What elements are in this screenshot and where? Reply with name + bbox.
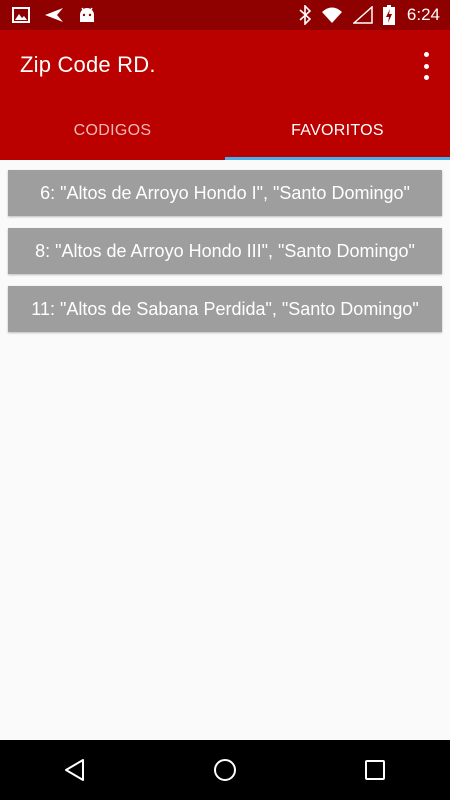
menu-dot: [423, 52, 429, 57]
recents-icon: [365, 760, 385, 780]
tab-favoritos-label: FAVORITOS: [291, 122, 384, 139]
list-item[interactable]: 11: "Altos de Sabana Perdida", "Santo Do…: [8, 286, 442, 332]
list-item[interactable]: 6: "Altos de Arroyo Hondo I", "Santo Dom…: [8, 170, 442, 216]
status-time: 6:24: [406, 5, 440, 24]
cell-signal-icon: [352, 6, 373, 24]
recents-button[interactable]: [345, 740, 405, 800]
android-icon: [80, 7, 94, 22]
back-button[interactable]: [45, 740, 105, 800]
image-icon: [12, 7, 30, 23]
status-bar: 6:24: [0, 0, 450, 30]
more-vert-icon[interactable]: [420, 52, 432, 80]
status-right-icons: 6:24: [299, 4, 440, 26]
navigation-bar: [0, 740, 450, 800]
status-left-icons: [12, 5, 96, 25]
bluetooth-icon: [299, 5, 311, 25]
home-icon: [214, 759, 236, 781]
back-icon: [65, 759, 84, 781]
app-bar: Zip Code RD.: [0, 30, 450, 102]
tab-codigos[interactable]: CODIGOS: [0, 102, 225, 160]
battery-charging-icon: [382, 5, 395, 25]
app-title: Zip Code RD.: [20, 52, 156, 77]
favorites-list: 6: "Altos de Arroyo Hondo I", "Santo Dom…: [8, 170, 442, 344]
send-icon: [45, 8, 63, 22]
tab-bar: CODIGOS FAVORITOS: [0, 102, 450, 160]
menu-dot: [423, 75, 429, 80]
wifi-icon: [321, 7, 342, 23]
tab-favoritos[interactable]: FAVORITOS: [225, 102, 450, 160]
home-button[interactable]: [195, 740, 255, 800]
list-item[interactable]: 8: "Altos de Arroyo Hondo III", "Santo D…: [8, 228, 442, 274]
app-screen: 6:24 Zip Code RD. CODIGOS FAVORITOS 6: "…: [0, 0, 450, 800]
tab-codigos-label: CODIGOS: [73, 122, 152, 139]
menu-dot: [423, 63, 429, 69]
tab-indicator: [225, 157, 450, 160]
